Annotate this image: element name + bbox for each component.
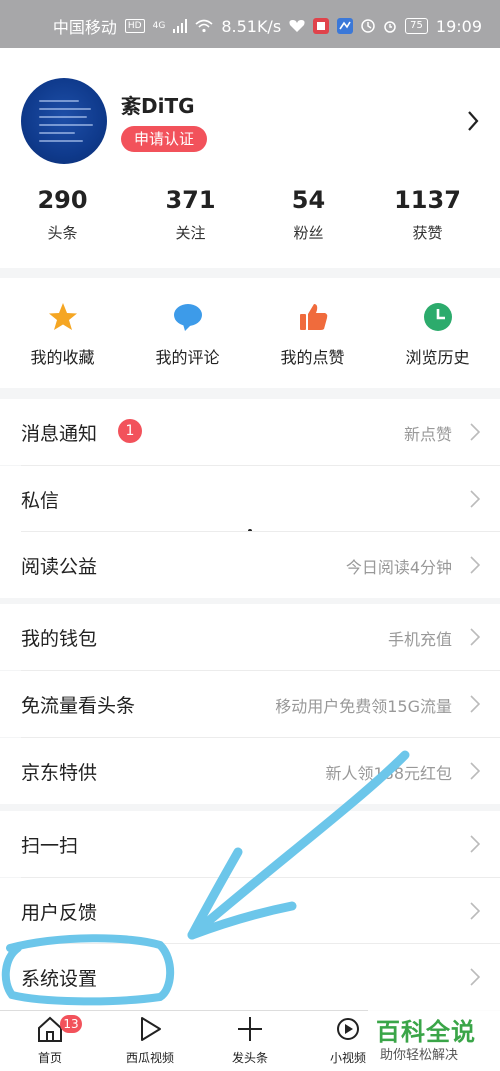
status-icons: 中国移动 HD 4G 8.51K/s 75 19:09 [53,14,482,38]
menu-label: 扫一扫 [21,835,79,857]
short-video-icon [337,1018,359,1040]
clock-icon [423,303,452,331]
comment-icon [173,304,202,331]
chevron-right-icon [470,628,480,646]
watermark-subtitle: 助你轻松解决 [380,1048,459,1063]
menu-jd-special[interactable]: 京东特供 新人领188元红包 [0,738,500,804]
plus-icon [238,1017,262,1041]
tab-label: 发头条 [231,1051,268,1065]
stat-value: 371 [165,186,216,214]
carrier-label: 中国移动 [52,18,117,37]
stat-label: 头条 [47,224,78,242]
menu-label: 阅读公益 [21,556,98,578]
menu-label: 我的钱包 [21,628,98,650]
chevron-right-icon [470,902,480,920]
stat-label: 关注 [175,224,206,242]
hd-tag: HD [124,19,145,33]
browse-history-button[interactable]: 浏览历史 [375,300,500,368]
menu-label: 系统设置 [21,968,98,990]
menu-private-messages[interactable]: 私信 [0,466,500,532]
menu-wallet[interactable]: 我的钱包 手机充值 [0,604,500,670]
tab-badge: 13 [60,1015,82,1033]
chevron-right-icon[interactable] [466,110,480,132]
wifi-icon [195,19,213,33]
quick-action-label: 我的收藏 [30,348,95,367]
username[interactable]: 紊DiTG [121,90,195,119]
chevron-right-icon [470,835,480,853]
stat-value: 54 [291,186,326,214]
menu-scan[interactable]: 扫一扫 [0,811,500,877]
menu-value: 移动用户免费领15G流量 [275,697,452,716]
tab-label: 西瓜视频 [125,1051,174,1065]
menu-system-settings[interactable]: 系统设置 [0,944,500,1010]
network-type: 4G [152,21,166,31]
apply-certification-button[interactable]: 申请认证 [121,126,208,152]
menu-value: 今日阅读4分钟 [345,558,452,577]
stat-headlines[interactable]: 290 头条 [0,186,125,243]
dnd-icon [361,19,375,33]
stat-value: 290 [37,186,88,214]
stat-label: 获赞 [412,224,443,242]
health-icon [289,20,305,32]
thumbs-up-icon [299,304,327,330]
chevron-right-icon [470,423,480,441]
menu-label: 免流量看头条 [21,695,136,717]
my-favorites-button[interactable]: 我的收藏 [0,300,125,368]
menu-label: 京东特供 [21,762,98,784]
star-icon [48,303,77,330]
menu-label: 私信 [21,490,60,512]
quick-action-label: 我的评论 [155,348,220,367]
quick-action-label: 我的点赞 [280,348,345,367]
menu-reading-charity[interactable]: 阅读公益 今日阅读4分钟 [0,532,500,598]
watermark-logo: 百科全说 助你轻松解决 [368,1008,500,1070]
stat-value: 1137 [394,186,461,214]
tab-xigua-video[interactable]: 西瓜视频 [100,1015,200,1066]
menu-value: 新点赞 [403,425,452,444]
battery-level: 75 [405,18,428,34]
clock: 19:09 [435,16,482,36]
stat-following[interactable]: 371 关注 [128,186,253,243]
book-icon [313,18,330,34]
alarm-icon [384,21,396,33]
notification-badge: 1 [118,419,142,443]
chevron-right-icon [470,556,480,574]
menu-notifications[interactable]: 消息通知 1 新点赞 [0,399,500,465]
stat-likes[interactable]: 1137 获赞 [365,186,490,243]
chevron-right-icon [470,762,480,780]
menu-label: 用户反馈 [21,902,98,924]
stat-followers[interactable]: 54 粉丝 [246,186,371,243]
quick-action-label: 浏览历史 [405,348,470,367]
menu-value: 手机充值 [387,630,452,649]
app-icon [337,18,354,34]
my-likes-button[interactable]: 我的点赞 [250,300,375,368]
menu-label: 消息通知 [21,423,98,445]
stat-label: 粉丝 [293,224,324,242]
play-icon [141,1017,161,1041]
chevron-right-icon [470,490,480,508]
watermark-title: 百科全说 [376,1018,476,1046]
tab-label: 首页 [37,1051,62,1065]
tab-home[interactable]: 首页 [0,1015,100,1066]
menu-value: 新人领188元红包 [325,764,452,783]
status-bar: 中国移动 HD 4G 8.51K/s 75 19:09 [0,0,500,48]
menu-free-data[interactable]: 免流量看头条 移动用户免费领15G流量 [0,671,500,737]
tab-post[interactable]: 发头条 [200,1015,300,1066]
network-speed: 8.51K/s [221,16,282,36]
menu-feedback[interactable]: 用户反馈 [0,878,500,944]
chevron-right-icon [470,968,480,986]
chevron-right-icon [470,695,480,713]
signal-icon [173,19,188,33]
my-comments-button[interactable]: 我的评论 [125,300,250,368]
avatar[interactable] [21,78,107,164]
